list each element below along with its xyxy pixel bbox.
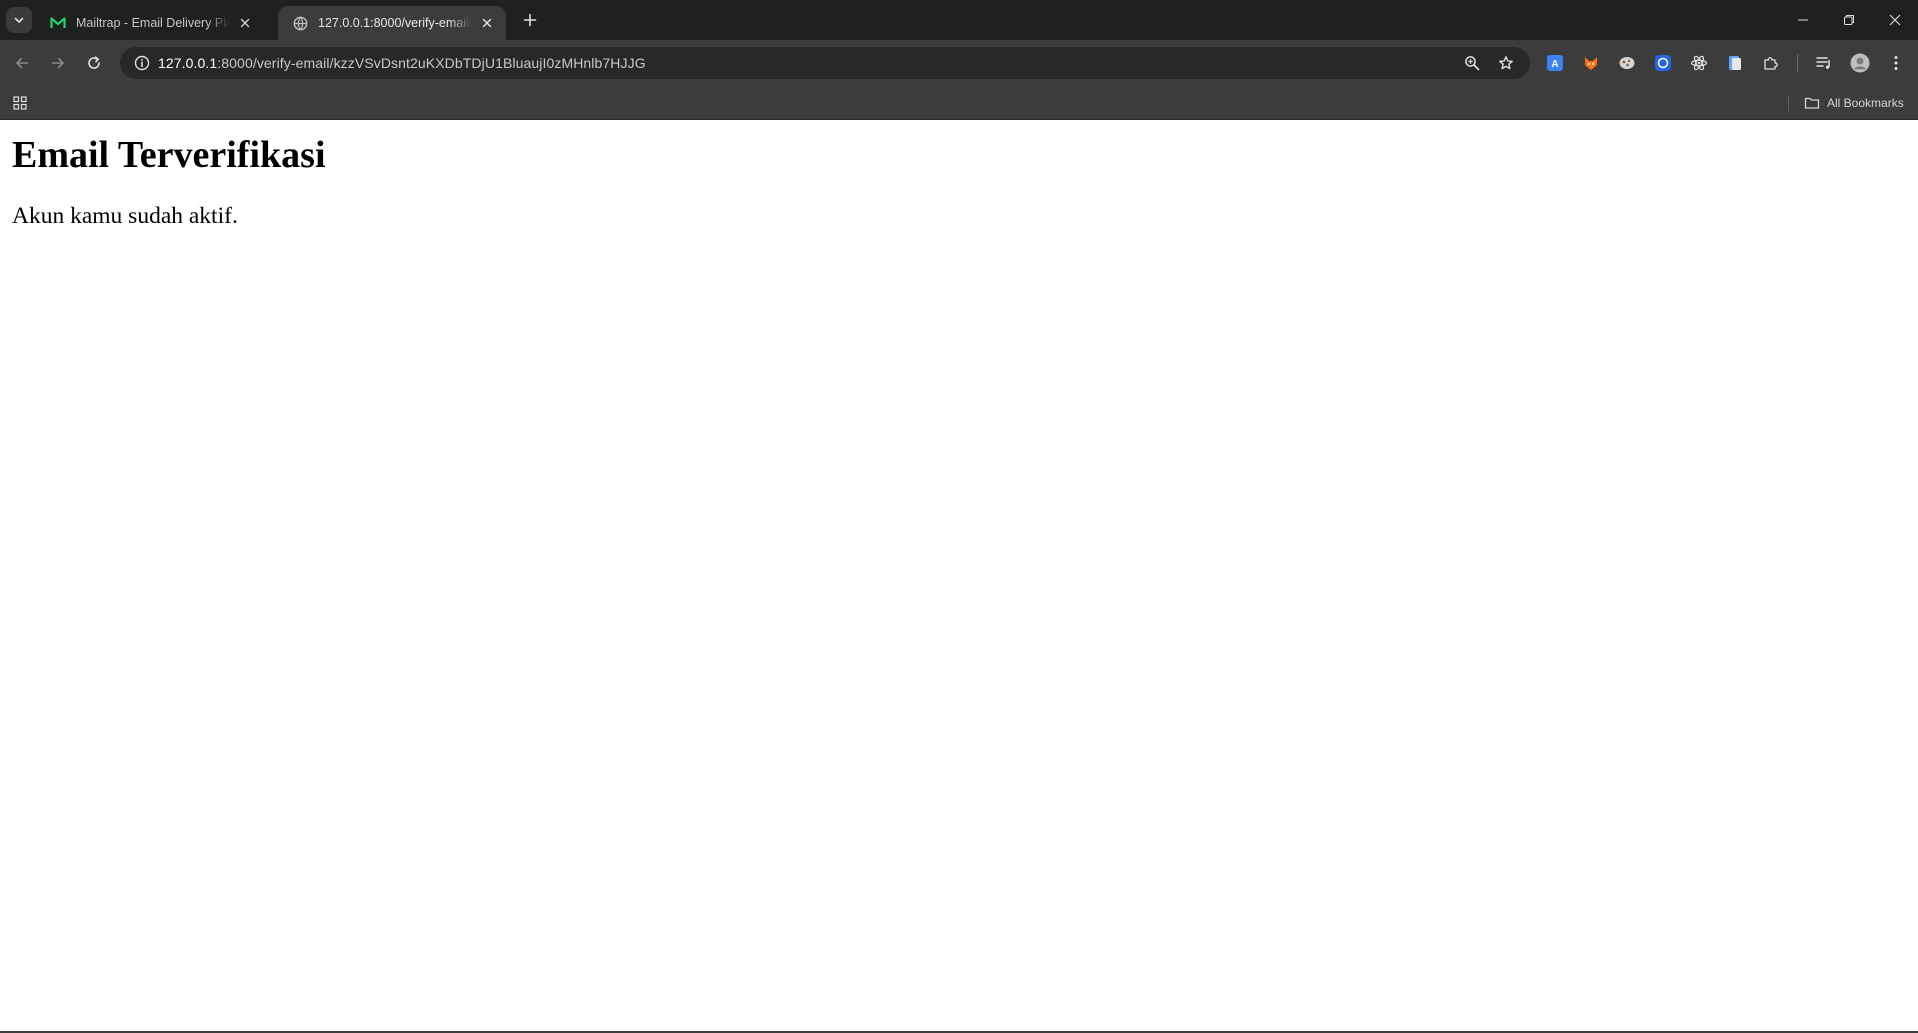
chat-extension-button[interactable] <box>1651 51 1675 75</box>
window-controls <box>1780 0 1918 40</box>
new-tab-button[interactable] <box>520 10 540 30</box>
reload-icon <box>88 56 100 69</box>
reload-button[interactable] <box>82 51 106 75</box>
arrow-left-icon <box>16 57 29 69</box>
media-controls-button[interactable] <box>1812 51 1836 75</box>
translate-icon: A <box>1547 55 1563 71</box>
tab-close-button[interactable] <box>236 14 254 32</box>
bookmark-star-button[interactable] <box>1494 51 1518 75</box>
browser-menu-button[interactable] <box>1884 51 1908 75</box>
forward-button[interactable] <box>46 51 70 75</box>
avatar-icon <box>1850 53 1870 73</box>
puzzle-icon <box>1764 57 1778 70</box>
zoom-button[interactable] <box>1460 51 1484 75</box>
info-icon <box>134 55 150 71</box>
all-bookmarks-label: All Bookmarks <box>1827 96 1904 110</box>
page-content: Email Terverifikasi Akun kamu sudah akti… <box>0 121 1918 1032</box>
apps-shortcut-button[interactable] <box>10 93 30 113</box>
more-vertical-icon <box>1894 56 1898 70</box>
chat-icon <box>1655 55 1671 71</box>
all-bookmarks-button[interactable]: All Bookmarks <box>1804 92 1904 114</box>
extensions-area: A <box>1543 51 1908 75</box>
browser-toolbar: 127.0.0.1:8000/verify-email/kzzVSvDsnt2u… <box>0 40 1918 86</box>
arrow-right-icon <box>51 57 64 69</box>
globe-icon <box>292 15 308 31</box>
restore-icon <box>1844 15 1854 25</box>
chevron-down-icon <box>14 17 24 23</box>
address-bar[interactable]: 127.0.0.1:8000/verify-email/kzzVSvDsnt2u… <box>120 47 1530 79</box>
atom-icon <box>1690 55 1708 71</box>
fox-icon <box>1585 57 1597 70</box>
document-extension-button[interactable] <box>1723 51 1747 75</box>
zoom-in-icon <box>1465 56 1480 71</box>
tab-title: 127.0.0.1:8000/verify-email/kzzVSvDsnt2u… <box>318 16 472 30</box>
tab-verify-email[interactable]: 127.0.0.1:8000/verify-email/kzzVSvDsnt2u… <box>278 6 506 40</box>
close-icon <box>240 18 250 28</box>
cookie-icon <box>1619 57 1635 69</box>
minimize-icon <box>1798 19 1808 21</box>
tab-close-button[interactable] <box>478 14 496 32</box>
bookmarks-bar: All Bookmarks <box>0 86 1918 120</box>
close-icon <box>1889 14 1901 26</box>
star-icon <box>1499 56 1513 70</box>
tab-search-button[interactable] <box>6 7 32 33</box>
page-title: Email Terverifikasi <box>12 134 326 176</box>
react-devtools-extension-button[interactable] <box>1687 51 1711 75</box>
svg-text:A: A <box>1551 59 1558 70</box>
verification-message: Akun kamu sudah aktif. <box>12 203 238 229</box>
translate-extension-button[interactable]: A <box>1543 51 1567 75</box>
tab-mailtrap[interactable]: Mailtrap - Email Delivery Platform <box>36 6 264 40</box>
url-host: 127.0.0.1 <box>158 55 218 71</box>
plus-icon <box>523 13 537 27</box>
address-bar-actions <box>1460 51 1518 75</box>
document-icon <box>1729 56 1741 70</box>
apps-grid-icon <box>13 96 27 110</box>
close-icon <box>482 18 492 28</box>
folder-icon <box>1804 97 1820 109</box>
extensions-menu-button[interactable] <box>1759 51 1783 75</box>
fox-extension-button[interactable] <box>1579 51 1603 75</box>
url-path: :8000/verify-email/kzzVSvDsnt2uKXDbTDjU1… <box>217 55 646 71</box>
close-window-button[interactable] <box>1872 0 1918 40</box>
mailtrap-icon <box>50 15 66 31</box>
tab-strip: Mailtrap - Email Delivery Platform 127.0… <box>0 0 1918 40</box>
toolbar-divider <box>1797 54 1798 72</box>
tab-title: Mailtrap - Email Delivery Platform <box>76 16 230 30</box>
restore-button[interactable] <box>1826 0 1872 40</box>
bookmarks-divider <box>1788 95 1789 111</box>
profile-button[interactable] <box>1848 51 1872 75</box>
minimize-button[interactable] <box>1780 0 1826 40</box>
back-button[interactable] <box>10 51 34 75</box>
address-url[interactable]: 127.0.0.1:8000/verify-email/kzzVSvDsnt2u… <box>158 55 646 71</box>
playlist-icon <box>1816 57 1830 69</box>
site-info-button[interactable] <box>126 47 158 79</box>
cookie-extension-button[interactable] <box>1615 51 1639 75</box>
